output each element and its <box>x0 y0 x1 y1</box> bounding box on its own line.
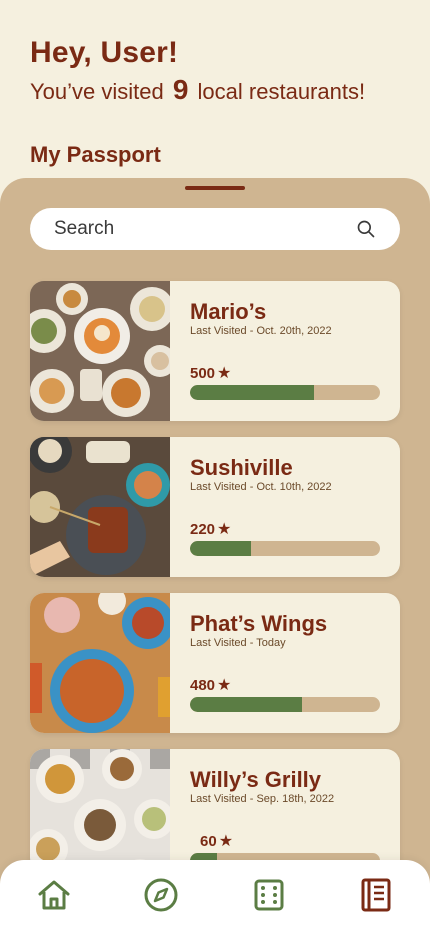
points-value: 60 <box>200 833 217 850</box>
visited-prefix: You’ve visited <box>30 79 164 104</box>
star-icon: ★ <box>217 364 232 382</box>
tab-explore[interactable] <box>141 875 181 915</box>
restaurant-card[interactable]: Phat’s Wings Last Visited - Today 480 ★ <box>30 593 400 733</box>
greeting: Hey, User! You’ve visited 9 local restau… <box>30 36 365 104</box>
tab-random[interactable] <box>249 875 289 915</box>
last-visited: Last Visited - Oct. 10th, 2022 <box>190 481 332 493</box>
restaurant-card[interactable]: Mario’s Last Visited - Oct. 20th, 2022 5… <box>30 281 400 421</box>
search-input[interactable]: Search <box>30 208 400 250</box>
passport-title: My Passport <box>30 142 161 167</box>
points-label: 480 ★ <box>190 677 231 694</box>
star-icon: ★ <box>217 520 232 538</box>
visited-summary: You’ve visited 9 local restaurants! <box>30 76 365 104</box>
restaurant-photo <box>30 593 170 733</box>
home-icon <box>38 880 70 910</box>
progress-bar <box>190 697 380 712</box>
visited-suffix: local restaurants! <box>197 79 366 104</box>
progress-bar <box>190 385 380 400</box>
progress-fill <box>190 697 303 712</box>
restaurant-name: Willy’s Grilly <box>190 767 322 792</box>
search-placeholder: Search <box>54 218 115 239</box>
tab-home[interactable] <box>34 875 74 915</box>
last-visited: Last Visited - Sep. 18th, 2022 <box>190 793 335 805</box>
passport-sheet: Search Mario’s Last Visited - Oct. 20th,… <box>0 178 430 932</box>
points-value: 480 <box>190 677 216 694</box>
star-icon: ★ <box>218 832 234 850</box>
star-icon: ★ <box>217 676 232 694</box>
restaurant-name: Sushiville <box>190 455 293 480</box>
progress-fill <box>190 385 314 400</box>
search-icon[interactable] <box>356 219 376 239</box>
restaurant-card[interactable]: Sushiville Last Visited - Oct. 10th, 202… <box>30 437 400 577</box>
visited-count: 9 <box>172 74 189 105</box>
last-visited: Last Visited - Oct. 20th, 2022 <box>190 325 332 337</box>
progress-fill <box>190 541 251 556</box>
passport-book-icon <box>361 878 391 912</box>
restaurant-photo <box>30 437 170 577</box>
points-label: 60 ★ <box>200 833 233 850</box>
points-label: 500 ★ <box>190 365 231 382</box>
restaurant-name: Phat’s Wings <box>190 611 328 636</box>
last-visited: Last Visited - Today <box>190 637 286 649</box>
points-value: 220 <box>190 521 216 538</box>
restaurant-name: Mario’s <box>190 299 267 324</box>
restaurant-photo <box>30 281 170 421</box>
bottom-tab-bar <box>0 860 430 932</box>
points-label: 220 ★ <box>190 521 231 538</box>
points-value: 500 <box>190 365 216 382</box>
progress-bar <box>190 541 380 556</box>
compass-icon <box>144 878 178 912</box>
greeting-title: Hey, User! <box>30 36 179 69</box>
drag-handle[interactable] <box>185 186 245 190</box>
tab-passport[interactable] <box>356 875 396 915</box>
dice-icon <box>254 879 284 911</box>
